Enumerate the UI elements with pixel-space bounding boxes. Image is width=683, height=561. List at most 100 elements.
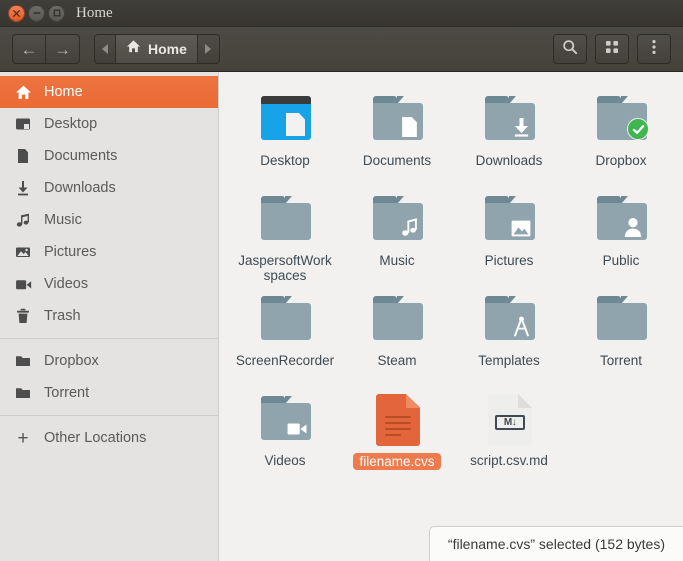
sidebar-item-documents[interactable]: Documents [0,140,218,172]
file-label: ScreenRecorder [235,353,335,368]
window-body: Home Desktop Documents Downloads Music P… [0,72,683,561]
folder-icon [589,190,653,248]
sidebar-item-label: Videos [44,276,89,292]
sidebar-item-pictures[interactable]: Pictures [0,236,218,268]
file-item-documents[interactable]: Documents [341,86,453,186]
folder-icon [253,390,317,448]
file-item-templates[interactable]: Templates [453,286,565,386]
folder-icon [477,90,541,148]
file-item-desktop[interactable]: Desktop [229,86,341,186]
search-icon [562,39,578,60]
file-label: Documents [362,153,432,168]
sidebar-other-group: + Other Locations [0,418,218,458]
menu-button[interactable] [637,34,671,64]
folder-icon [477,290,541,348]
file-item-dropbox[interactable]: Dropbox [565,86,677,186]
page-fold-icon [406,394,420,408]
sidebar-item-label: Music [44,212,82,228]
folder-icon [365,290,429,348]
sidebar-item-dropbox[interactable]: Dropbox [0,345,218,377]
download-glyph-icon [511,117,531,137]
sidebar-item-label: Trash [44,308,81,324]
file-label-selected: filename.cvs [353,453,441,470]
status-bar: “filename.cvs” selected (152 bytes) [428,526,683,561]
breadcrumb-next-button[interactable] [197,34,220,64]
sidebar-item-music[interactable]: Music [0,204,218,236]
window-title: Home [76,4,113,21]
file-item-videos[interactable]: Videos [229,386,341,486]
folder-icon [253,190,317,248]
markdown-document-icon: M↓ [477,390,541,448]
file-label: Torrent [599,353,643,368]
file-item-pictures[interactable]: Pictures [453,186,565,286]
file-item-steam[interactable]: Steam [341,286,453,386]
maximize-button[interactable] [48,4,65,22]
folder-icon [365,90,429,148]
video-icon [14,275,32,293]
icon-grid: Desktop Documents Downloads Dropbox Jasp… [229,86,683,486]
video-glyph-icon [287,417,307,437]
sidebar-item-label: Torrent [44,385,90,401]
music-glyph-icon [399,217,419,237]
home-icon [126,39,141,59]
folder-icon [253,290,317,348]
toolbar: ← → Home [0,27,683,72]
file-label: Pictures [484,253,534,268]
sidebar-item-videos[interactable]: Videos [0,268,218,300]
folder-icon [477,190,541,248]
sync-check-badge-icon [627,118,649,140]
status-text: “filename.cvs” selected (152 bytes) [447,536,665,552]
home-icon [14,83,32,101]
sidebar: Home Desktop Documents Downloads Music P… [0,72,219,561]
file-item-torrent[interactable]: Torrent [565,286,677,386]
close-button[interactable] [8,4,25,22]
sidebar-bookmarks-group: Dropbox Torrent [0,341,218,413]
desktop-icon [14,115,32,133]
music-icon [14,211,32,229]
sidebar-item-desktop[interactable]: Desktop [0,108,218,140]
folder-icon [14,352,32,370]
file-item-music[interactable]: Music [341,186,453,286]
forward-arrow-icon: → [54,39,71,59]
sidebar-item-torrent[interactable]: Torrent [0,377,218,409]
view-toggle-button[interactable] [595,34,629,64]
grid-view-icon [605,40,619,59]
plus-icon: + [17,427,29,449]
markdown-badge-icon: M↓ [495,415,525,430]
folder-icon [14,384,32,402]
sidebar-item-home[interactable]: Home [0,76,218,108]
minimize-button[interactable] [28,4,45,22]
person-glyph-icon [623,217,643,237]
file-item-script-csv-md[interactable]: M↓ script.csv.md [453,386,565,486]
sidebar-item-downloads[interactable]: Downloads [0,172,218,204]
sidebar-item-trash[interactable]: Trash [0,300,218,332]
breadcrumb-item-home[interactable]: Home [116,34,198,64]
file-item-public[interactable]: Public [565,186,677,286]
forward-button[interactable]: → [46,34,80,64]
back-button[interactable]: ← [12,34,46,64]
picture-icon [14,243,32,261]
file-label: Dropbox [595,153,647,168]
sidebar-item-label: Home [44,84,83,100]
file-item-jaspersoftworkspaces[interactable]: JaspersoftWorkspaces [229,186,341,286]
text-lines-glyph-icon [385,416,411,440]
compass-glyph-icon [511,316,531,337]
csv-document-icon [365,390,429,448]
search-button[interactable] [553,34,587,64]
file-item-filename-cvs[interactable]: filename.cvs [341,386,453,486]
file-item-screenrecorder[interactable]: ScreenRecorder [229,286,341,386]
file-item-downloads[interactable]: Downloads [453,86,565,186]
folder-icon [589,290,653,348]
document-icon [14,147,32,165]
file-list-view[interactable]: Desktop Documents Downloads Dropbox Jasp… [219,72,683,561]
download-icon [14,179,32,197]
sidebar-divider [0,415,218,416]
file-label: Templates [478,353,540,368]
file-label: Desktop [260,153,310,168]
file-label: Public [602,253,640,268]
menu-icon [652,39,656,60]
sidebar-item-other-locations[interactable]: + Other Locations [0,422,218,454]
toolbar-actions [553,34,671,64]
file-manager-window: Home ← → Home Home Desktop Documents Dow… [0,0,683,561]
breadcrumb-prev-button[interactable] [94,34,116,64]
